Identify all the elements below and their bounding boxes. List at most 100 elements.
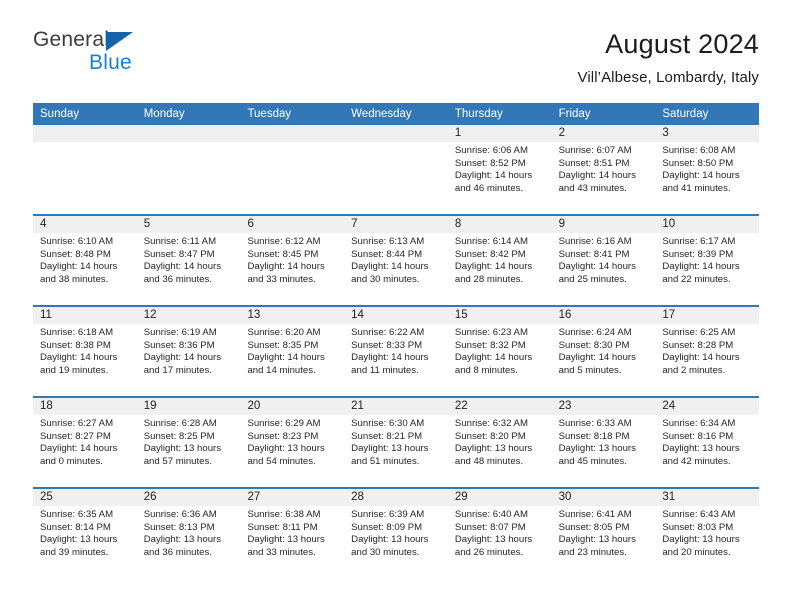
sun-info-line: Sunrise: 6:34 AM bbox=[662, 418, 736, 429]
day-number bbox=[136, 125, 241, 142]
sun-info-line: Sunset: 8:16 PM bbox=[662, 430, 734, 442]
sun-info-line: Sunset: 8:33 PM bbox=[351, 339, 423, 351]
day-number: 3 bbox=[655, 125, 760, 142]
calendar-day-cell[interactable]: 22 Sunrise: 6:32 AM Sunset: 8:20 PM Dayligh… bbox=[447, 398, 552, 487]
calendar-day-cell[interactable]: 24 Sunrise: 6:34 AM Sunset: 8:16 PM Dayligh… bbox=[655, 398, 760, 487]
sun-info-line: Daylight: 14 hours bbox=[662, 170, 740, 182]
calendar-day-cell[interactable]: 9 Sunrise: 6:16 AM Sunset: 8:41 PM Daylight… bbox=[551, 216, 656, 305]
weekday-header-thursday: Thursday bbox=[454, 108, 503, 120]
calendar-day-cell[interactable]: 2 Sunrise: 6:07 AM Sunset: 8:51 PM Daylight… bbox=[551, 125, 656, 214]
sun-info-line: and 25 minutes. bbox=[558, 273, 627, 285]
day-number: 22 bbox=[447, 398, 552, 415]
sun-info-line: Sunrise: 6:28 AM bbox=[143, 418, 217, 429]
brand-name-general: General bbox=[33, 28, 233, 52]
sun-info-line: Sunrise: 6:25 AM bbox=[662, 327, 736, 338]
day-number: 23 bbox=[551, 398, 656, 415]
calendar-day-cell[interactable]: 19 Sunrise: 6:28 AM Sunset: 8:25 PM Dayligh… bbox=[136, 398, 241, 487]
day-sun-info: Sunrise: 6:18 AM Sunset: 8:38 PM Daylight:… bbox=[33, 324, 137, 377]
day-sun-info: Sunrise: 6:39 AM Sunset: 8:09 PM Daylight:… bbox=[344, 506, 448, 559]
calendar-day-cell[interactable]: 13 Sunrise: 6:20 AM Sunset: 8:35 PM Dayligh… bbox=[240, 307, 345, 396]
calendar-day-cell[interactable]: 15 Sunrise: 6:23 AM Sunset: 8:32 PM Dayligh… bbox=[447, 307, 552, 396]
calendar-day-cell[interactable]: 30 Sunrise: 6:41 AM Sunset: 8:05 PM Dayligh… bbox=[551, 489, 656, 578]
sun-info-line: Daylight: 14 hours bbox=[40, 352, 118, 364]
sun-info-line: Sunset: 8:07 PM bbox=[454, 521, 526, 533]
sun-info-line: and 57 minutes. bbox=[143, 455, 212, 467]
calendar-day-cell[interactable]: 12 Sunrise: 6:19 AM Sunset: 8:36 PM Dayligh… bbox=[136, 307, 241, 396]
sun-info-line: Daylight: 13 hours bbox=[247, 534, 325, 546]
sun-info-line: and 11 minutes. bbox=[351, 364, 419, 376]
sun-info-line: Sunrise: 6:19 AM bbox=[143, 327, 217, 338]
weekday-header-row: Sunday Monday Tuesday Wednesday Thursday Frid… bbox=[33, 103, 759, 125]
sun-info-line: Daylight: 13 hours bbox=[351, 534, 429, 546]
calendar-day-cell[interactable]: 4 Sunrise: 6:10 AM Sunset: 8:48 PM Daylight… bbox=[33, 216, 137, 305]
weekday-header-monday: Monday bbox=[143, 108, 185, 120]
calendar-day-cell[interactable]: 23 Sunrise: 6:33 AM Sunset: 8:18 PM Dayligh… bbox=[551, 398, 656, 487]
calendar-day-cell[interactable]: 29 Sunrise: 6:40 AM Sunset: 8:07 PM Dayligh… bbox=[447, 489, 552, 578]
calendar-day-cell[interactable]: 25 Sunrise: 6:35 AM Sunset: 8:14 PM Dayligh… bbox=[33, 489, 137, 578]
day-sun-info: Sunrise: 6:34 AM Sunset: 8:16 PM Daylight:… bbox=[655, 415, 759, 468]
sun-info-line: Sunrise: 6:43 AM bbox=[662, 509, 736, 520]
sun-info-line: Sunrise: 6:20 AM bbox=[247, 327, 321, 338]
sun-info-line: Sunrise: 6:39 AM bbox=[351, 509, 425, 520]
day-number: 1 bbox=[447, 125, 552, 142]
week-row: 18 Sunrise: 6:27 AM Sunset: 8:27 PM Dayligh… bbox=[33, 396, 760, 487]
day-sun-info bbox=[240, 142, 344, 145]
calendar-day-cell[interactable]: 28 Sunrise: 6:39 AM Sunset: 8:09 PM Dayligh… bbox=[344, 489, 448, 578]
day-number: 27 bbox=[240, 489, 345, 506]
day-sun-info: Sunrise: 6:06 AM Sunset: 8:52 PM Daylight:… bbox=[448, 142, 552, 195]
calendar-day-cell[interactable]: 11 Sunrise: 6:18 AM Sunset: 8:38 PM Dayligh… bbox=[33, 307, 137, 396]
sun-info-line: Daylight: 14 hours bbox=[143, 352, 222, 364]
calendar-day-cell[interactable]: 16 Sunrise: 6:24 AM Sunset: 8:30 PM Dayligh… bbox=[551, 307, 656, 396]
sun-info-line: Daylight: 14 hours bbox=[351, 352, 429, 364]
sun-info-line: Daylight: 14 hours bbox=[454, 170, 533, 182]
sun-info-line: and 19 minutes. bbox=[40, 364, 109, 376]
calendar-day-cell[interactable]: 5 Sunrise: 6:11 AM Sunset: 8:47 PM Daylight… bbox=[136, 216, 241, 305]
sun-info-line: Sunset: 8:35 PM bbox=[247, 339, 319, 351]
weekday-header-tuesday: Tuesday bbox=[247, 108, 292, 120]
sun-info-line: Sunset: 8:47 PM bbox=[143, 248, 215, 260]
sun-info-line: Daylight: 13 hours bbox=[558, 443, 636, 455]
sun-info-line: and 22 minutes. bbox=[662, 273, 731, 285]
day-number: 7 bbox=[344, 216, 448, 233]
calendar-body: 1 Sunrise: 6:06 AM Sunset: 8:52 PM Daylight… bbox=[33, 125, 760, 578]
calendar-cell-empty bbox=[344, 125, 448, 214]
calendar-day-cell[interactable]: 14 Sunrise: 6:22 AM Sunset: 8:33 PM Dayligh… bbox=[344, 307, 448, 396]
calendar-day-cell[interactable]: 3 Sunrise: 6:08 AM Sunset: 8:50 PM Daylight… bbox=[655, 125, 760, 214]
brand-text-general: General bbox=[33, 28, 110, 51]
calendar-day-cell[interactable]: 18 Sunrise: 6:27 AM Sunset: 8:27 PM Dayligh… bbox=[33, 398, 137, 487]
day-sun-info: Sunrise: 6:22 AM Sunset: 8:33 PM Daylight:… bbox=[344, 324, 448, 377]
sun-info-line: Sunrise: 6:10 AM bbox=[40, 236, 114, 247]
calendar-day-cell[interactable]: 21 Sunrise: 6:30 AM Sunset: 8:21 PM Dayligh… bbox=[344, 398, 448, 487]
sun-info-line: and 30 minutes. bbox=[351, 546, 420, 558]
sun-info-line: Sunset: 8:30 PM bbox=[558, 339, 630, 351]
sun-info-line: and 17 minutes. bbox=[143, 364, 212, 376]
day-sun-info: Sunrise: 6:17 AM Sunset: 8:39 PM Daylight:… bbox=[655, 233, 759, 286]
sun-info-line: Daylight: 14 hours bbox=[662, 352, 740, 364]
day-number: 5 bbox=[136, 216, 241, 233]
calendar-day-cell[interactable]: 17 Sunrise: 6:25 AM Sunset: 8:28 PM Dayligh… bbox=[655, 307, 760, 396]
calendar-day-cell[interactable]: 8 Sunrise: 6:14 AM Sunset: 8:42 PM Daylight… bbox=[447, 216, 552, 305]
day-sun-info: Sunrise: 6:24 AM Sunset: 8:30 PM Daylight:… bbox=[552, 324, 656, 377]
sun-info-line: and 48 minutes. bbox=[454, 455, 524, 467]
day-number bbox=[33, 125, 137, 142]
sun-info-line: Daylight: 14 hours bbox=[558, 261, 636, 273]
day-number: 31 bbox=[655, 489, 760, 506]
calendar-day-cell[interactable]: 10 Sunrise: 6:17 AM Sunset: 8:39 PM Dayligh… bbox=[655, 216, 760, 305]
brand-logo[interactable]: General Blue bbox=[33, 28, 233, 88]
calendar-day-cell[interactable]: 27 Sunrise: 6:38 AM Sunset: 8:11 PM Dayligh… bbox=[240, 489, 345, 578]
calendar-day-cell[interactable]: 1 Sunrise: 6:06 AM Sunset: 8:52 PM Daylight… bbox=[447, 125, 552, 214]
sun-info-line: Sunrise: 6:18 AM bbox=[40, 327, 114, 338]
calendar-day-cell[interactable]: 31 Sunrise: 6:43 AM Sunset: 8:03 PM Dayligh… bbox=[655, 489, 760, 578]
sun-info-line: Sunrise: 6:38 AM bbox=[247, 509, 321, 520]
sun-info-line: Sunrise: 6:36 AM bbox=[143, 509, 217, 520]
day-sun-info: Sunrise: 6:38 AM Sunset: 8:11 PM Daylight:… bbox=[240, 506, 344, 559]
calendar-day-cell[interactable]: 20 Sunrise: 6:29 AM Sunset: 8:23 PM Dayligh… bbox=[240, 398, 345, 487]
calendar-day-cell[interactable]: 26 Sunrise: 6:36 AM Sunset: 8:13 PM Dayligh… bbox=[136, 489, 241, 578]
calendar-cell-empty bbox=[240, 125, 345, 214]
calendar-day-cell[interactable]: 7 Sunrise: 6:13 AM Sunset: 8:44 PM Daylight… bbox=[344, 216, 448, 305]
calendar-day-cell[interactable]: 6 Sunrise: 6:12 AM Sunset: 8:45 PM Daylight… bbox=[240, 216, 345, 305]
sun-info-line: Sunset: 8:13 PM bbox=[143, 521, 215, 533]
sun-info-line: Sunset: 8:14 PM bbox=[40, 521, 111, 533]
sun-info-line: Sunset: 8:32 PM bbox=[454, 339, 526, 351]
week-row: 1 Sunrise: 6:06 AM Sunset: 8:52 PM Daylight… bbox=[33, 125, 760, 214]
